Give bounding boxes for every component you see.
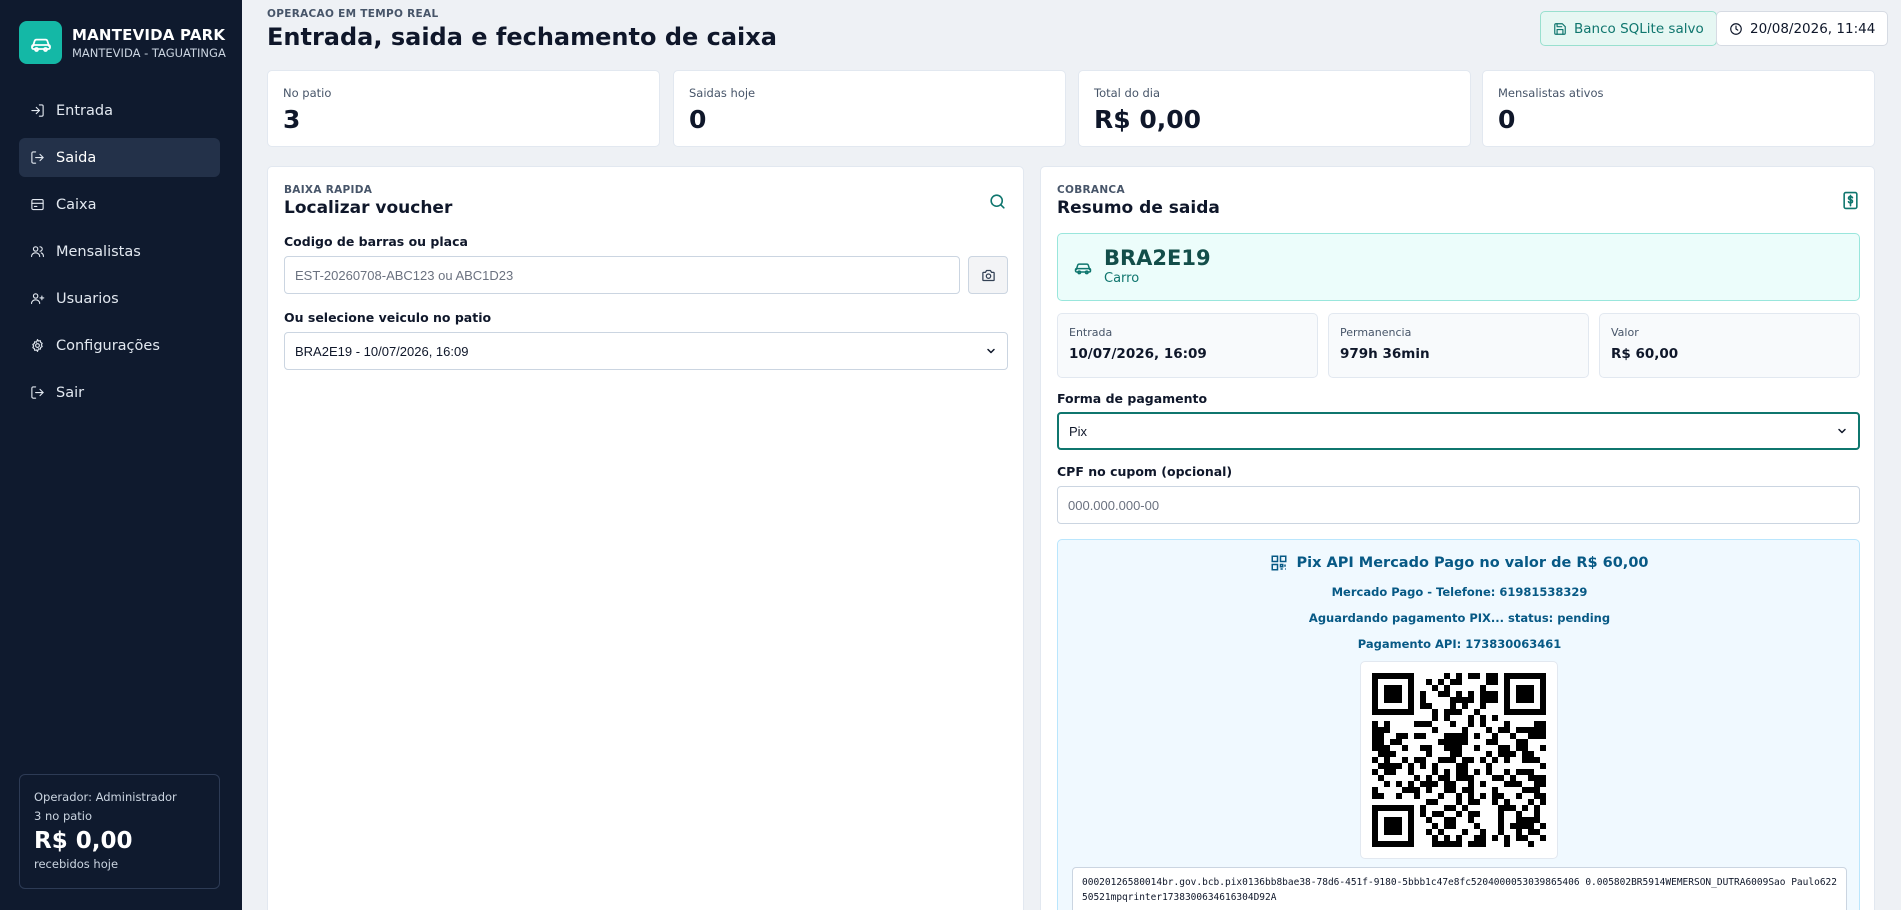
datetime-badge: 20/08/2026, 11:44 [1716, 11, 1889, 46]
clock-icon [1730, 22, 1742, 35]
pix-title: Pix API Mercado Pago no valor de R$ 60,0… [1058, 554, 1861, 572]
stat-label: Saidas hoje [689, 86, 756, 100]
pix-phone: Mercado Pago - Telefone: 61981538329 [1331, 585, 1588, 599]
search-icon[interactable] [988, 192, 1007, 211]
database-status-badge: Banco SQLite salvo [1540, 11, 1717, 46]
sidebar-item-usuarios[interactable]: Usuarios [19, 279, 220, 318]
info-label: Valor [1611, 326, 1639, 339]
datetime-text: 20/08/2026, 11:44 [1750, 20, 1876, 37]
stat-value: R$ 0,00 [1094, 105, 1202, 134]
save-icon [1554, 22, 1566, 35]
info-entrada: Entrada 10/07/2026, 16:09 [1057, 313, 1318, 378]
sidebar-item-configuracoes[interactable]: Configurações [19, 326, 220, 365]
stat-card-no-patio: No patio 3 [267, 70, 660, 147]
database-status-text: Banco SQLite salvo [1574, 20, 1704, 37]
chevron-down-icon [1838, 428, 1846, 434]
brand: MANTEVIDA PARK MANTEVIDA - TAGUATINGA [19, 21, 226, 64]
stat-card-mensalistas-ativos: Mensalistas ativos 0 [1482, 70, 1875, 147]
sidebar-item-sair[interactable]: Sair [19, 373, 220, 412]
pix-status: Aguardando pagamento PIX... status: pend… [1308, 611, 1611, 625]
pix-qr-code [1360, 661, 1558, 859]
stat-label: Mensalistas ativos [1498, 86, 1604, 100]
info-valor: Valor R$ 60,00 [1599, 313, 1860, 378]
stat-card-saidas-hoje: Saidas hoje 0 [673, 70, 1066, 147]
payment-method-select[interactable]: Pix [1057, 412, 1860, 450]
sidebar-item-label: Entrada [56, 102, 113, 119]
page-title: Entrada, saida e fechamento de caixa [267, 23, 777, 51]
pix-payment-box: Pix API Mercado Pago no valor de R$ 60,0… [1057, 539, 1860, 910]
info-label: Entrada [1069, 326, 1113, 339]
login-icon [31, 104, 44, 117]
vehicle-select[interactable]: BRA2E19 - 10/07/2026, 16:09 [284, 332, 1008, 370]
vehicle-select-label: Ou selecione veiculo no patio [284, 310, 492, 325]
gear-icon [32, 339, 43, 352]
vehicle-type: Carro [1104, 271, 1140, 286]
stat-card-total-do-dia: Total do dia R$ 0,00 [1078, 70, 1471, 147]
pix-copy-paste-code[interactable]: 00020126580014br.gov.bcb.pix0136bb8bae38… [1072, 867, 1847, 910]
info-value: 979h 36min [1340, 346, 1430, 362]
users-icon [31, 246, 44, 258]
cpf-input[interactable]: 000.000.000-00 [1057, 486, 1860, 524]
barcode-input[interactable]: EST-20260708-ABC123 ou ABC1D23 [284, 256, 960, 294]
logout-icon [31, 151, 44, 164]
camera-scan-button[interactable] [968, 256, 1008, 294]
stat-value: 0 [689, 105, 707, 134]
receipt-dollar-icon [1843, 191, 1858, 210]
stat-label: No patio [283, 86, 332, 100]
payment-method-label: Forma de pagamento [1057, 391, 1208, 406]
sidebar-item-label: Usuarios [56, 290, 119, 307]
panel-title: Resumo de saida [1057, 198, 1220, 218]
stat-value: 3 [283, 105, 301, 134]
car-icon [19, 21, 62, 64]
barcode-label: Codigo de barras ou placa [284, 234, 468, 249]
panel-kicker: COBRANCA [1057, 184, 1125, 196]
cash-register-icon [31, 198, 44, 211]
info-permanencia: Permanencia 979h 36min [1328, 313, 1589, 378]
user-plus-icon [31, 293, 45, 305]
sidebar-item-entrada[interactable]: Entrada [19, 91, 220, 130]
sidebar-item-label: Sair [56, 384, 85, 401]
sidebar-item-saida[interactable]: Saida [19, 138, 220, 177]
sidebar-item-caixa[interactable]: Caixa [19, 185, 220, 224]
brand-subtitle: MANTEVIDA - TAGUATINGA [72, 45, 226, 60]
car-icon [1074, 263, 1092, 275]
qr-code-icon [1271, 555, 1287, 571]
vehicle-select-value: BRA2E19 - 10/07/2026, 16:09 [295, 343, 469, 359]
sidebar-item-label: Caixa [56, 196, 97, 213]
panel-title: Localizar voucher [284, 198, 453, 218]
sidebar-item-label: Saida [56, 149, 97, 166]
checkout-panel: COBRANCA Resumo de saida BRA2E19 Carro E… [1040, 166, 1875, 910]
sidebar-item-label: Configurações [56, 337, 160, 354]
sidebar-item-mensalistas[interactable]: Mensalistas [19, 232, 220, 271]
stat-value: 0 [1498, 105, 1516, 134]
page-kicker: OPERACAO EM TEMPO REAL [267, 8, 439, 20]
operator-patio-count: 3 no patio [34, 809, 93, 823]
cpf-label: CPF no cupom (opcional) [1057, 464, 1233, 479]
sidebar-item-label: Mensalistas [56, 243, 141, 260]
info-value: R$ 60,00 [1611, 346, 1679, 362]
pix-title-text: Pix API Mercado Pago no valor de R$ 60,0… [1296, 555, 1649, 571]
vehicle-summary: BRA2E19 Carro [1057, 233, 1860, 301]
payment-method-value: Pix [1069, 423, 1088, 439]
logout-icon [31, 386, 44, 399]
voucher-panel: BAIXA RAPIDA Localizar voucher Codigo de… [267, 166, 1024, 910]
sidebar: MANTEVIDA PARK MANTEVIDA - TAGUATINGA En… [0, 0, 242, 910]
info-value: 10/07/2026, 16:09 [1069, 346, 1207, 362]
chevron-down-icon [987, 348, 995, 354]
brand-name: MANTEVIDA PARK [72, 25, 226, 44]
operator-name: Operador: Administrador [34, 790, 177, 804]
camera-icon [981, 269, 995, 281]
sidebar-nav: Entrada Saida Caixa Mensalistas Usuarios… [19, 91, 220, 420]
operator-caption: recebidos hoje [34, 857, 119, 871]
pix-payment-id: Pagamento API: 173830063461 [1357, 637, 1562, 651]
operator-card: Operador: Administrador 3 no patio R$ 0,… [19, 774, 220, 889]
info-label: Permanencia [1340, 326, 1412, 339]
vehicle-plate: BRA2E19 [1104, 246, 1211, 270]
qr-code-image [1372, 673, 1546, 847]
operator-total: R$ 0,00 [34, 828, 133, 854]
panel-kicker: BAIXA RAPIDA [284, 184, 373, 196]
stat-label: Total do dia [1094, 86, 1161, 100]
